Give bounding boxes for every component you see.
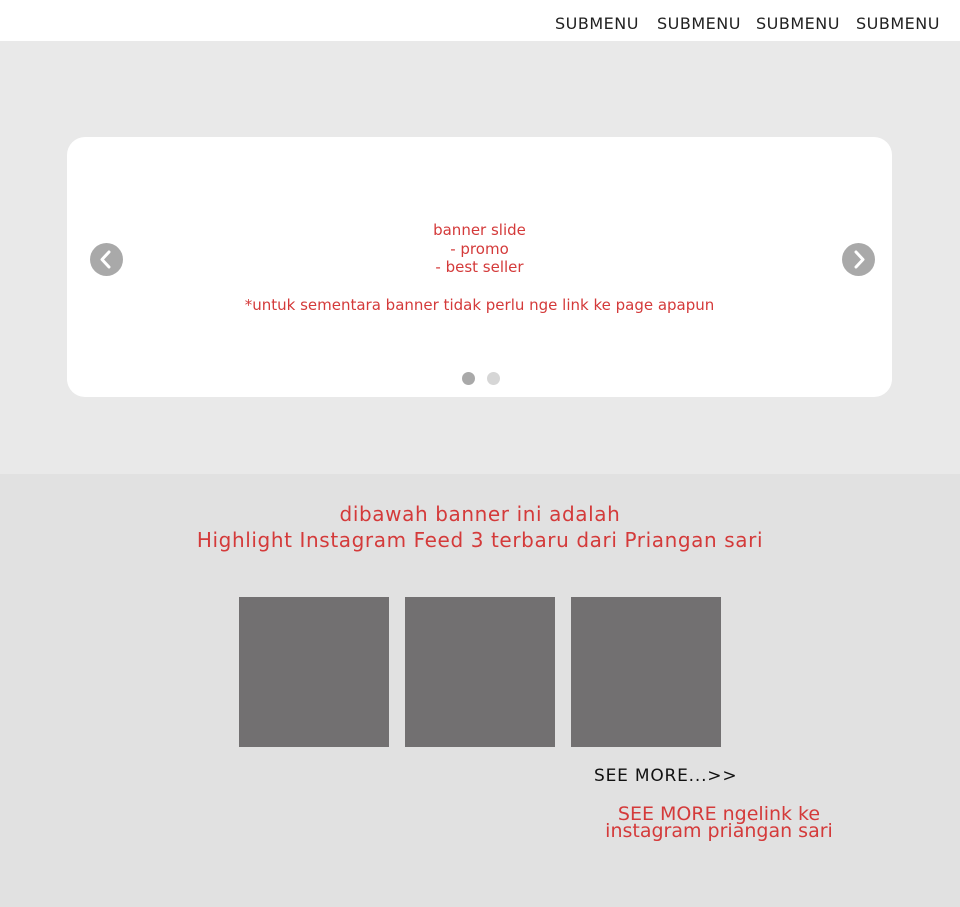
- nav-submenu-3[interactable]: SUBMENU: [756, 14, 840, 33]
- banner-slider: banner slide - promo - best seller *untu…: [67, 137, 892, 397]
- instagram-post-1[interactable]: [239, 597, 389, 747]
- feed-heading-line-1: dibawah banner ini adalah: [339, 502, 621, 526]
- nav-submenu-2[interactable]: SUBMENU: [657, 14, 741, 33]
- top-navigation: SUBMENU SUBMENU SUBMENU SUBMENU: [0, 0, 960, 41]
- banner-line-2: - promo: [450, 240, 509, 258]
- banner-note: *untuk sementara banner tidak perlu nge …: [244, 296, 715, 314]
- banner-line-3: - best seller: [435, 258, 524, 276]
- banner-line-1: banner slide: [433, 221, 526, 239]
- instagram-feed-section: dibawah banner ini adalah Highlight Inst…: [0, 474, 960, 907]
- hero-section: banner slide - promo - best seller *untu…: [0, 41, 960, 474]
- feed-heading-line-2: Highlight Instagram Feed 3 terbaru dari …: [196, 528, 764, 552]
- nav-submenu-1[interactable]: SUBMENU: [555, 14, 639, 33]
- instagram-post-2[interactable]: [405, 597, 555, 747]
- see-more-link[interactable]: SEE MORE...>>: [594, 766, 737, 786]
- instagram-post-3[interactable]: [571, 597, 721, 747]
- nav-submenu-4[interactable]: SUBMENU: [856, 14, 940, 33]
- slide-dot-2[interactable]: [487, 372, 500, 385]
- see-more-note-line-2: instagram priangan sari: [605, 820, 833, 842]
- slide-dot-1[interactable]: [462, 372, 475, 385]
